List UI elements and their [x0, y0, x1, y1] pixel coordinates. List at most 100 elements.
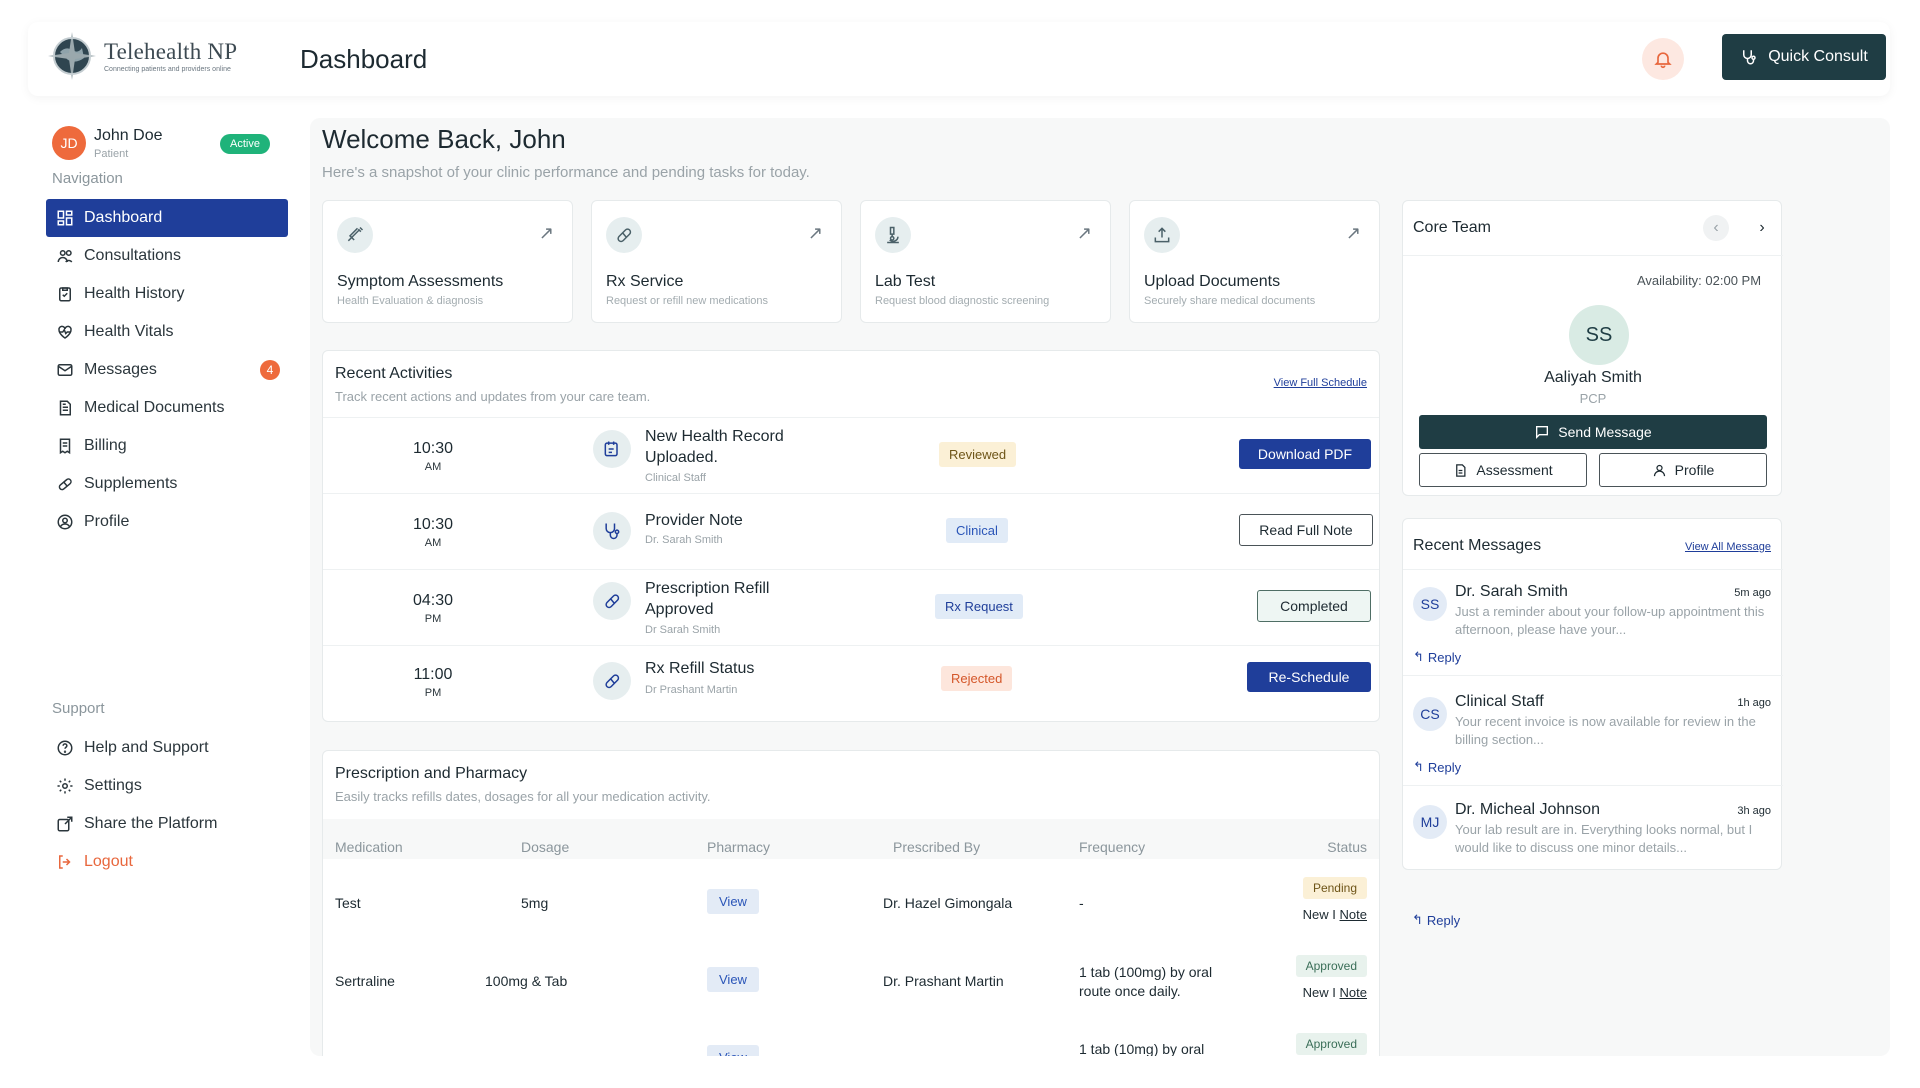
document-icon [1456, 463, 1466, 477]
welcome-title: Welcome Back, John [322, 124, 566, 154]
message-body: Your lab result are in. Everything looks… [1455, 822, 1753, 855]
prescription-card: Prescription and Pharmacy Easily tracks … [322, 750, 1380, 1056]
section-title: Recent Messages [1413, 537, 1542, 554]
download-pdf-button[interactable]: Download PDF [1239, 439, 1371, 469]
activity-time: 11:00 PM [403, 666, 463, 699]
sidebar-item-settings[interactable]: Settings [46, 767, 288, 805]
frequency-cell: - [1079, 895, 1084, 911]
reply-button[interactable]: ↰ Reply [1413, 649, 1461, 665]
sidebar-item-label: Billing [84, 437, 127, 454]
sidebar-item-label: Settings [84, 777, 142, 794]
pharmacy-view-button[interactable]: View [707, 967, 759, 992]
service-card-lab[interactable]: ↗ Lab Test Request blood diagnostic scre… [860, 200, 1111, 323]
divider [1403, 569, 1783, 570]
bell-icon [1654, 52, 1672, 69]
column-header: Medication [335, 839, 403, 855]
recent-messages-card: Recent Messages View All Message SS Dr. … [1402, 518, 1783, 870]
logo[interactable]: Telehealth NP Connecting patients and pr… [46, 30, 237, 82]
logo-tagline: Connecting patients and providers online [104, 66, 231, 73]
logout-button[interactable]: Logout [46, 843, 288, 881]
view-all-messages-link[interactable]: View All Message [1685, 541, 1771, 553]
note-link[interactable]: Note [1340, 907, 1367, 922]
status-tag: Clinical [946, 518, 1008, 543]
sidebar-item-help[interactable]: Help and Support [46, 729, 288, 767]
reschedule-button[interactable]: Re-Schedule [1247, 662, 1371, 692]
new-label[interactable]: New [1303, 907, 1329, 922]
prescribed-by-cell: Dr. Prashant Martin [883, 973, 1004, 989]
service-card-symptom[interactable]: ↗ Symptom Assessments Health Evaluation … [322, 200, 573, 323]
user-profile[interactable]: JD John Doe Patient [52, 126, 163, 160]
sidebar-item-medical-documents[interactable]: Medical Documents [46, 389, 288, 427]
new-label[interactable]: New [1303, 985, 1329, 1000]
message-sender: Clinical Staff [1455, 693, 1544, 710]
activity-row: 04:30 PM Prescription Refill Approved Dr … [323, 569, 1379, 645]
column-header: Status [1327, 839, 1367, 855]
column-header: Prescribed By [893, 839, 981, 855]
note-link[interactable]: Note [1340, 985, 1367, 1000]
view-full-schedule-link[interactable]: View Full Schedule [1274, 377, 1367, 389]
pill-icon [593, 662, 631, 700]
message-body: Just a reminder about your follow-up app… [1455, 604, 1765, 637]
quick-consult-button[interactable]: Quick Consult [1722, 34, 1886, 80]
notification-button[interactable] [1642, 38, 1684, 80]
time-value: 10:30 [412, 516, 454, 533]
user-name: John Doe [94, 126, 163, 144]
send-message-button[interactable]: Send Message [1419, 415, 1767, 449]
page-title: Dashboard [300, 44, 428, 74]
arrow-up-right-icon: ↗ [538, 223, 554, 243]
sidebar-item-health-vitals[interactable]: Health Vitals [46, 313, 288, 351]
activity-by: Clinical Staff [645, 472, 706, 484]
assessment-button[interactable]: Assessment [1419, 453, 1587, 487]
users-icon [57, 250, 73, 263]
divider [1403, 785, 1783, 786]
service-title: Lab Test [875, 273, 936, 290]
sidebar-item-dashboard[interactable]: Dashboard [46, 199, 288, 237]
sidebar-item-messages[interactable]: Messages 4 [46, 351, 288, 389]
recent-activities-card: Recent Activities Track recent actions a… [322, 350, 1380, 722]
reply-icon: ↰ [1413, 649, 1424, 664]
sidebar-item-supplements[interactable]: Supplements [46, 465, 288, 503]
sidebar-item-share[interactable]: Share the Platform [46, 805, 288, 843]
assessment-label: Assessment [1476, 462, 1553, 478]
avatar: MJ [1413, 805, 1447, 839]
sidebar-item-profile[interactable]: Profile [46, 503, 288, 541]
support-heading: Support [52, 700, 105, 717]
sidebar-item-health-history[interactable]: Health History [46, 275, 288, 313]
pill-icon [593, 582, 631, 620]
status-badge: Pending [1302, 877, 1367, 899]
service-subtitle: Request blood diagnostic screening [875, 295, 1050, 307]
service-card-rx[interactable]: ↗ Rx Service Request or refill new medic… [591, 200, 842, 323]
pharmacy-view-button[interactable]: View [707, 1045, 759, 1056]
chevron-left-icon[interactable]: ‹ [1703, 215, 1729, 241]
doctor-role: PCP [1579, 391, 1607, 406]
reply-button[interactable]: ↰ Reply [1413, 759, 1461, 775]
chevron-right-icon[interactable]: › [1749, 215, 1775, 241]
reply-icon: ↰ [1412, 912, 1423, 927]
reply-button[interactable]: ↰ Reply [1412, 912, 1460, 928]
avatar: JD [52, 126, 86, 160]
medication-cell: Sertraline [335, 973, 395, 989]
column-header: Pharmacy [707, 839, 771, 855]
message-body: Your recent invoice is now available for… [1455, 714, 1756, 747]
read-full-note-button[interactable]: Read Full Note [1239, 514, 1373, 546]
pill-icon [606, 217, 642, 253]
activity-title: New Health Record Uploaded. [645, 428, 784, 466]
grid-icon [57, 210, 73, 226]
user-role: Patient [94, 147, 129, 160]
logout-label: Logout [84, 853, 133, 870]
completed-button[interactable]: Completed [1257, 590, 1371, 622]
message-time: 3h ago [1737, 805, 1771, 817]
upload-icon [1144, 217, 1180, 253]
heart-pulse-icon [58, 325, 72, 339]
profile-button[interactable]: Profile [1599, 453, 1767, 487]
time-ampm: AM [424, 461, 442, 473]
sidebar-item-consultations[interactable]: Consultations [46, 237, 288, 275]
sidebar-item-billing[interactable]: Billing [46, 427, 288, 465]
activity-by: Dr Sarah Smith [645, 624, 721, 636]
service-card-upload[interactable]: ↗ Upload Documents Securely share medica… [1129, 200, 1380, 323]
send-message-label: Send Message [1558, 424, 1652, 440]
arrow-up-right-icon: ↗ [1345, 223, 1361, 243]
table-header [323, 819, 1379, 859]
service-title: Symptom Assessments [337, 273, 504, 290]
pharmacy-view-button[interactable]: View [707, 889, 759, 914]
